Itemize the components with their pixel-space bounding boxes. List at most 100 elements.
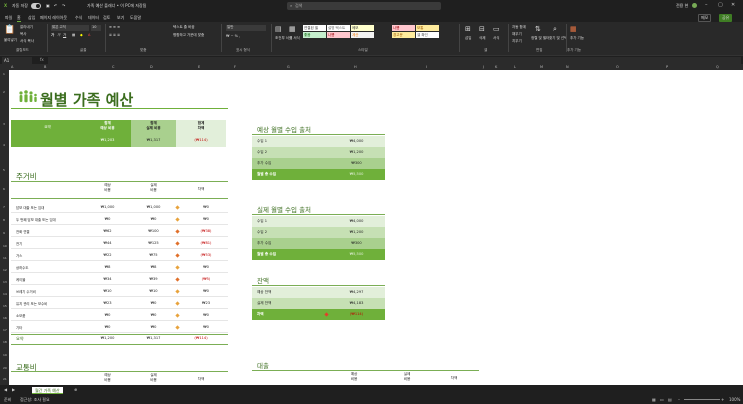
style-explain[interactable]: 설명 텍스트 <box>327 25 350 31</box>
bold-icon[interactable]: 가 <box>51 33 54 38</box>
style-linked-cell[interactable]: 연결된 셀 <box>303 25 326 31</box>
row-header[interactable]: 16 <box>3 316 7 320</box>
column-header[interactable]: I <box>426 65 427 69</box>
insert-cells-button[interactable]: 삽입 <box>465 36 471 41</box>
style-calc[interactable]: 계산 <box>351 32 374 38</box>
formula-input[interactable] <box>48 57 741 64</box>
column-header[interactable]: A <box>11 65 13 69</box>
row-header[interactable]: 14 <box>3 292 7 296</box>
number-format-select[interactable]: 일반 <box>226 25 266 31</box>
save-icon[interactable]: ▣ <box>46 3 50 8</box>
sheet-nav-prev-icon[interactable]: ◀ <box>4 387 7 392</box>
maximize-icon[interactable]: ▢ <box>718 2 723 8</box>
row-header[interactable]: 18 <box>3 340 7 344</box>
italic-icon[interactable]: 가 <box>57 33 60 38</box>
column-header[interactable]: O <box>616 65 619 69</box>
comments-button[interactable]: 메모 <box>698 14 712 22</box>
row-header[interactable]: 13 <box>3 280 7 284</box>
underline-icon[interactable]: 가 <box>63 33 66 38</box>
accessibility-status[interactable]: 접근성: 조사 필요 <box>20 397 50 403</box>
format-table-icon[interactable]: ▦ <box>289 25 296 33</box>
delete-cells-icon[interactable]: ⊟ <box>479 25 485 33</box>
tab-home[interactable]: 홈 <box>17 15 21 22</box>
tab-file[interactable]: 파일 <box>5 15 12 21</box>
row-header[interactable]: 12 <box>3 268 7 272</box>
copy-button[interactable]: 복사 <box>20 32 26 37</box>
column-header[interactable]: F <box>234 65 236 69</box>
font-size-select[interactable]: 10 <box>91 25 101 31</box>
user-name[interactable]: 전용 현 <box>676 3 688 9</box>
column-header[interactable]: Q <box>716 65 719 69</box>
clear-button[interactable]: 지우기 <box>512 39 522 44</box>
style-bad[interactable]: 나쁨 <box>327 32 350 38</box>
row-header[interactable]: 3 <box>3 122 5 126</box>
zoom-out-icon[interactable]: – <box>678 397 680 402</box>
row-header[interactable]: 19 <box>3 353 7 357</box>
sheet-nav-next-icon[interactable]: ▶ <box>12 387 15 392</box>
name-box[interactable]: A1 <box>2 57 32 64</box>
column-header[interactable]: C <box>112 65 114 69</box>
insert-cells-icon[interactable]: ⊞ <box>465 25 471 33</box>
sheet-tab-monthly-budget[interactable]: 월간 가족 예산 <box>32 387 63 394</box>
autosave-toggle[interactable] <box>31 3 41 9</box>
zoom-level[interactable]: 100% <box>729 397 740 402</box>
row-header[interactable]: 17 <box>3 328 7 332</box>
tab-formulas[interactable]: 수식 <box>75 15 82 21</box>
sort-filter-button[interactable]: 정렬 및 필터 <box>531 36 549 41</box>
column-header[interactable]: G <box>287 65 290 69</box>
merge-center-button[interactable]: 병합하고 가운데 맞춤 <box>173 33 204 38</box>
zoom-in-icon[interactable]: + <box>721 397 724 402</box>
style-neutral[interactable]: 보통 <box>416 25 439 31</box>
minimize-icon[interactable]: – <box>705 2 708 8</box>
find-select-button[interactable]: 찾기 및 선택 <box>549 36 567 41</box>
row-header[interactable]: 2 <box>3 90 5 94</box>
avatar[interactable] <box>692 3 697 8</box>
format-cells-button[interactable]: 서식 <box>493 36 499 41</box>
wrap-text-button[interactable]: 텍스트 줄 바꿈 <box>173 25 195 30</box>
autosum-button[interactable]: 자동 합계 <box>512 25 526 30</box>
search-input[interactable]: ⌕ 검색 <box>287 2 441 10</box>
style-good[interactable]: 좋음 <box>303 32 326 38</box>
tab-data[interactable]: 데이터 <box>88 15 99 21</box>
add-sheet-icon[interactable]: ⊕ <box>74 387 77 392</box>
row-header[interactable]: 9 <box>3 231 5 235</box>
column-header[interactable]: H <box>354 65 357 69</box>
currency-icon[interactable]: ₩ ~ % , <box>226 34 240 38</box>
column-header[interactable]: L <box>514 65 516 69</box>
tab-review[interactable]: 검토 <box>103 15 110 21</box>
cut-button[interactable]: 잘라내기 <box>20 25 33 30</box>
delete-cells-button[interactable]: 삭제 <box>479 36 485 41</box>
row-header[interactable]: 10 <box>3 244 7 248</box>
column-header[interactable]: E <box>198 65 200 69</box>
tab-help[interactable]: 도움말 <box>130 15 141 21</box>
column-header[interactable]: K <box>495 65 497 69</box>
column-header[interactable]: M <box>540 65 543 69</box>
tab-insert[interactable]: 삽입 <box>28 15 35 21</box>
format-cells-icon[interactable]: ▭ <box>493 25 500 33</box>
fill-color-icon[interactable]: ◆ <box>80 33 83 37</box>
column-header[interactable]: J <box>483 65 484 69</box>
column-header[interactable]: N <box>566 65 569 69</box>
share-button[interactable]: 공유 <box>719 14 733 22</box>
tab-page-layout[interactable]: 페이지 레이아웃 <box>40 15 67 21</box>
column-header[interactable]: B <box>44 65 46 69</box>
row-header[interactable]: 7 <box>3 205 5 209</box>
format-table-button[interactable]: 표 서식 <box>289 36 300 41</box>
worksheet-grid[interactable]: 월별 가족 예산 요약 합계 예상 비용 합계 실제 비용 합계 차액 ₩1,2… <box>9 70 743 385</box>
addins-button[interactable]: 추가 기능 <box>570 36 584 41</box>
redo-icon[interactable]: ↷ <box>62 3 65 8</box>
paste-icon[interactable]: 📋 <box>4 25 15 35</box>
normal-view-icon[interactable]: ▦ <box>652 397 656 402</box>
row-header[interactable]: 8 <box>3 218 5 222</box>
close-icon[interactable]: ✕ <box>731 2 735 8</box>
align-left-icon[interactable]: ≣ ≣ ≣ <box>109 33 120 37</box>
fill-button[interactable]: 채우기 <box>512 32 522 37</box>
page-layout-view-icon[interactable]: ▭ <box>660 397 664 402</box>
row-header[interactable]: 11 <box>3 256 7 260</box>
column-header[interactable]: D <box>150 65 153 69</box>
row-header[interactable]: 4 <box>3 143 5 147</box>
row-header[interactable]: 1 <box>3 72 5 76</box>
fx-icon[interactable]: fx <box>40 57 44 62</box>
page-break-view-icon[interactable]: ▤ <box>668 397 672 402</box>
style-bad-2[interactable]: 나쁨 <box>392 25 415 31</box>
